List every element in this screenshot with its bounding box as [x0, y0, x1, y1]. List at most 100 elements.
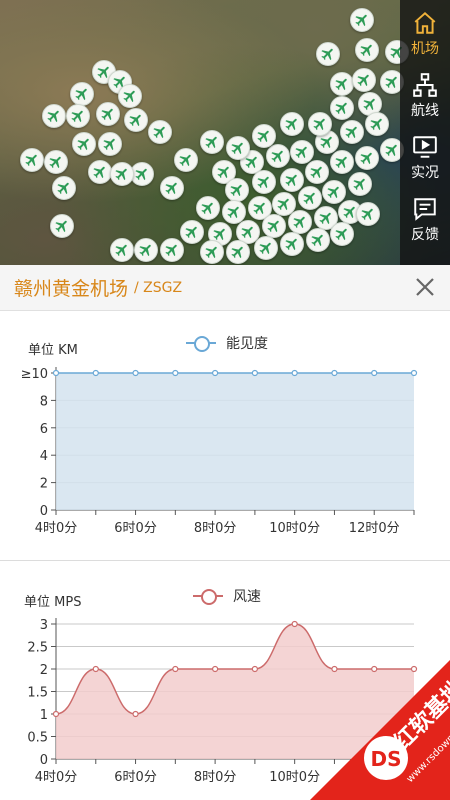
plane-icon	[179, 154, 191, 167]
airport-marker[interactable]	[96, 102, 120, 126]
nav-item-airport[interactable]: 机场	[400, 10, 450, 72]
plane-icon	[165, 182, 177, 195]
data-point	[291, 620, 298, 628]
nav-label-airport: 机场	[411, 41, 439, 57]
airport-marker[interactable]	[308, 112, 332, 136]
airport-marker[interactable]	[352, 68, 376, 92]
plane-icon	[271, 150, 283, 163]
nav-item-route[interactable]: 航线	[400, 72, 450, 134]
y-tick-label: 3	[40, 618, 48, 633]
plane-icon	[285, 174, 297, 187]
y-tick-label: ≥10	[21, 367, 48, 382]
airport-marker[interactable]	[50, 214, 74, 238]
airport-marker[interactable]	[88, 160, 112, 184]
nav-item-feedback[interactable]: 反馈	[400, 196, 450, 258]
airport-marker[interactable]	[160, 238, 184, 262]
feedback-icon	[414, 198, 436, 221]
x-tick-label: 12时0分	[349, 521, 400, 536]
airport-marker[interactable]	[225, 178, 249, 202]
airport-marker[interactable]	[252, 170, 276, 194]
airport-marker[interactable]	[98, 132, 122, 156]
airport-marker[interactable]	[252, 124, 276, 148]
plane-icon	[201, 202, 213, 215]
airport-marker[interactable]	[280, 232, 304, 256]
plane-icon	[355, 14, 367, 27]
data-point	[172, 665, 179, 673]
plane-icon	[353, 178, 365, 191]
visibility-plot: 0 2 4 6 8 ≥10 4时0分 6时0分 8时0分 10时0分 12时0分	[21, 367, 418, 536]
plane-icon	[310, 166, 322, 179]
plane-icon	[101, 108, 113, 121]
close-icon[interactable]	[414, 276, 436, 298]
airport-marker[interactable]	[306, 228, 330, 252]
airport-marker[interactable]	[118, 84, 142, 108]
data-point	[212, 369, 219, 377]
airport-marker[interactable]	[330, 72, 354, 96]
airport-marker[interactable]	[330, 96, 354, 120]
airport-marker[interactable]	[226, 136, 250, 160]
airport-marker[interactable]	[288, 210, 312, 234]
airport-marker[interactable]	[305, 160, 329, 184]
airport-marker[interactable]	[340, 120, 364, 144]
airport-marker[interactable]	[330, 150, 354, 174]
airport-marker[interactable]	[66, 104, 90, 128]
plane-icon	[335, 78, 347, 91]
series-area	[56, 373, 414, 510]
plane-icon	[231, 142, 243, 155]
airport-marker[interactable]	[226, 240, 250, 264]
plane-icon	[335, 102, 347, 115]
y-tick-label: 6	[40, 422, 48, 437]
airport-marker[interactable]	[356, 202, 380, 226]
airport-marker[interactable]	[52, 176, 76, 200]
airport-marker[interactable]	[72, 132, 96, 156]
airport-marker[interactable]	[290, 140, 314, 164]
airport-marker[interactable]	[266, 144, 290, 168]
plane-icon	[139, 244, 151, 257]
plane-icon	[259, 242, 271, 255]
airport-marker[interactable]	[298, 186, 322, 210]
plane-icon	[153, 126, 165, 139]
nav-item-live[interactable]: 实况	[400, 134, 450, 196]
airport-marker[interactable]	[348, 172, 372, 196]
y-tick-label: 1	[40, 708, 48, 723]
airport-marker[interactable]	[280, 112, 304, 136]
plane-icon	[357, 74, 369, 87]
airport-marker[interactable]	[200, 130, 224, 154]
airport-marker[interactable]	[350, 8, 374, 32]
plane-icon	[313, 118, 325, 131]
plane-icon	[205, 136, 217, 149]
airport-marker[interactable]	[134, 238, 158, 262]
airport-marker[interactable]	[280, 168, 304, 192]
airport-marker[interactable]	[160, 176, 184, 200]
airport-marker[interactable]	[44, 150, 68, 174]
airport-marker[interactable]	[42, 104, 66, 128]
airport-marker[interactable]	[124, 108, 148, 132]
airport-marker[interactable]	[355, 146, 379, 170]
airport-marker[interactable]	[316, 42, 340, 66]
data-point	[331, 369, 338, 377]
x-tick-label: 10时0分	[269, 521, 320, 536]
airport-marker[interactable]	[110, 238, 134, 262]
airport-marker[interactable]	[365, 112, 389, 136]
airport-marker[interactable]	[200, 240, 224, 264]
airport-map[interactable]	[0, 0, 450, 265]
plane-icon	[335, 228, 347, 241]
data-point	[291, 369, 298, 377]
nav-label-route: 航线	[411, 103, 439, 119]
plane-icon	[360, 44, 372, 57]
airport-marker[interactable]	[110, 162, 134, 186]
airport-marker[interactable]	[254, 236, 278, 260]
airport-marker[interactable]	[330, 222, 354, 246]
airport-marker[interactable]	[70, 82, 94, 106]
airport-marker[interactable]	[355, 38, 379, 62]
airport-marker[interactable]	[196, 196, 220, 220]
plane-icon	[345, 126, 357, 139]
airport-marker[interactable]	[20, 148, 44, 172]
airport-marker[interactable]	[174, 148, 198, 172]
airport-title-bar: 赣州黄金机场 / ZSGZ	[0, 265, 450, 311]
airport-marker[interactable]	[180, 220, 204, 244]
airport-marker[interactable]	[322, 180, 346, 204]
airport-marker[interactable]	[148, 120, 172, 144]
x-tick-label: 4时0分	[35, 770, 78, 785]
airport-marker[interactable]	[262, 214, 286, 238]
